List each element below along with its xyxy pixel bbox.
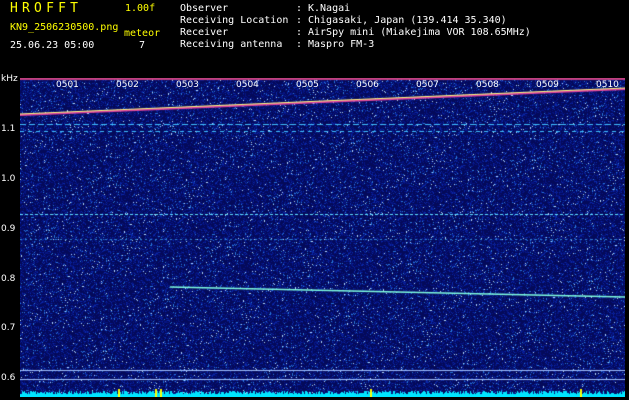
app-title: HROFFT [10, 1, 83, 16]
datetime-label: 25.06.23 05:00 [10, 40, 95, 51]
time-tick-0507: 0507 [416, 80, 439, 90]
spectrogram [20, 78, 625, 397]
y-tick-0.9: 0.9 [1, 224, 16, 234]
y-axis-unit: kHz [1, 74, 18, 84]
time-tick-0501: 0501 [56, 80, 79, 90]
time-tick-0510: 0510 [596, 80, 619, 90]
meteor-count: 7 [139, 40, 146, 51]
spectrogram-canvas [20, 78, 625, 397]
y-tick-1.1: 1.1 [1, 124, 16, 134]
header: HROFFT 1.00f KN9_2506230500.png meteor 2… [0, 0, 629, 78]
y-tick-0.7: 0.7 [1, 323, 16, 333]
time-tick-0509: 0509 [536, 80, 559, 90]
time-tick-0503: 0503 [176, 80, 199, 90]
filename-label: KN9_2506230500.png [10, 22, 119, 33]
time-tick-0505: 0505 [296, 80, 319, 90]
time-tick-0502: 0502 [116, 80, 139, 90]
time-tick-0508: 0508 [476, 80, 499, 90]
time-tick-0504: 0504 [236, 80, 259, 90]
y-tick-1.0: 1.0 [1, 174, 16, 184]
y-tick-0.8: 0.8 [1, 274, 16, 284]
time-tick-0506: 0506 [356, 80, 379, 90]
meteor-label: meteor [124, 28, 161, 39]
version-label: 1.00f [125, 3, 156, 14]
y-tick-0.6: 0.6 [1, 373, 16, 383]
